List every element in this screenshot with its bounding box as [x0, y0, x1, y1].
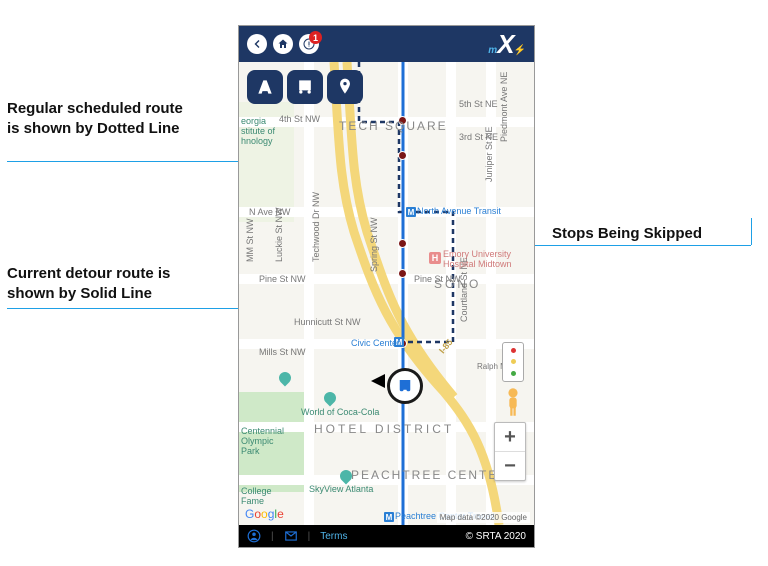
map-attribution: Map data ©2020 Google [437, 512, 530, 523]
alert-count-badge: 1 [309, 31, 322, 44]
home-button[interactable] [273, 34, 293, 54]
current-vehicle-marker[interactable] [387, 368, 423, 404]
street-label: Piedmont Ave NE [499, 72, 509, 142]
account-icon[interactable] [247, 529, 261, 543]
alerts-button[interactable]: 1 [299, 34, 319, 54]
poi-label: Centennial Olympic Park [241, 427, 284, 457]
map-view[interactable]: M M M TECH SQUARE SONO HOTEL DISTRICT PE… [239, 62, 534, 525]
zoom-in-button[interactable]: + [495, 423, 525, 451]
metro-icon: M [384, 512, 394, 522]
app-logo: m X ⚡ [488, 29, 526, 60]
street-label: Pine St NW [259, 274, 306, 284]
app-footer: | | Terms © SRTA 2020 [239, 525, 534, 547]
layer-places-button[interactable] [327, 70, 363, 104]
vehicle-heading-arrow [371, 374, 385, 388]
poi-label: College Fame [241, 487, 272, 507]
back-button[interactable] [247, 34, 267, 54]
copyright-text: © SRTA 2020 [466, 531, 526, 542]
street-label: Techwood Dr NW [311, 192, 321, 262]
zoom-out-button[interactable]: − [495, 451, 525, 480]
logo-prefix: m [488, 45, 497, 56]
street-label: Pine St NW [414, 274, 461, 284]
terms-link[interactable]: Terms [320, 531, 347, 542]
street-label: 5th St NE [459, 99, 498, 109]
annotation-dotted-line: Regular scheduled route is shown by Dott… [7, 99, 197, 138]
traffic-light-green [511, 371, 516, 376]
map-brand: Google [245, 507, 284, 521]
metro-icon: M [406, 207, 416, 217]
street-label: Luckie St NW [274, 207, 284, 262]
street-label: Spring St NW [369, 217, 379, 272]
phone-frame: 1 m X ⚡ [239, 26, 534, 547]
layer-bus-button[interactable] [287, 70, 323, 104]
district-label: TECH SQUARE [339, 119, 448, 133]
street-label: N Ave NW [249, 207, 290, 217]
mail-icon[interactable] [284, 529, 298, 543]
logo-bolt-icon: ⚡ [514, 45, 526, 56]
footer-divider: | [308, 531, 311, 542]
transit-label: Civic Center [351, 338, 400, 348]
poi-label: World of Coca-Cola [301, 407, 379, 417]
route-stop [398, 151, 407, 160]
footer-divider: | [271, 531, 274, 542]
app-header: 1 m X ⚡ [239, 26, 534, 62]
route-stop [398, 269, 407, 278]
logo-main: X [497, 29, 512, 60]
annotation-arrow-skipped-v [751, 218, 752, 245]
map-layer-toolbox [247, 70, 363, 104]
traffic-light-yellow [511, 359, 516, 364]
street-label: 4th St NW [279, 114, 320, 124]
district-label: HOTEL DISTRICT [314, 422, 454, 436]
poi-label: Emory University Hospital Midtown [443, 250, 512, 270]
hospital-icon: H [429, 252, 441, 264]
district-label: PEACHTREE CENTER [351, 467, 509, 484]
traffic-layer-button[interactable] [502, 342, 524, 382]
transit-label: North Avenue Transit [417, 206, 501, 216]
streetview-pegman[interactable] [502, 387, 524, 417]
annotation-solid-line: Current detour route is shown by Solid L… [7, 264, 217, 303]
layer-highway-button[interactable] [247, 70, 283, 104]
poi-label: eorgia stitute of hnology [241, 117, 275, 147]
route-stop [398, 239, 407, 248]
street-label: Hunnicutt St NW [294, 317, 361, 327]
street-label: Juniper St NE [484, 126, 494, 182]
street-label: MM St NW [245, 219, 255, 263]
traffic-light-red [511, 348, 516, 353]
poi-label: SkyView Atlanta [309, 484, 373, 494]
street-label: Mills St NW [259, 347, 306, 357]
annotation-skipped-stops: Stops Being Skipped [552, 224, 702, 244]
zoom-control: + − [494, 422, 526, 481]
